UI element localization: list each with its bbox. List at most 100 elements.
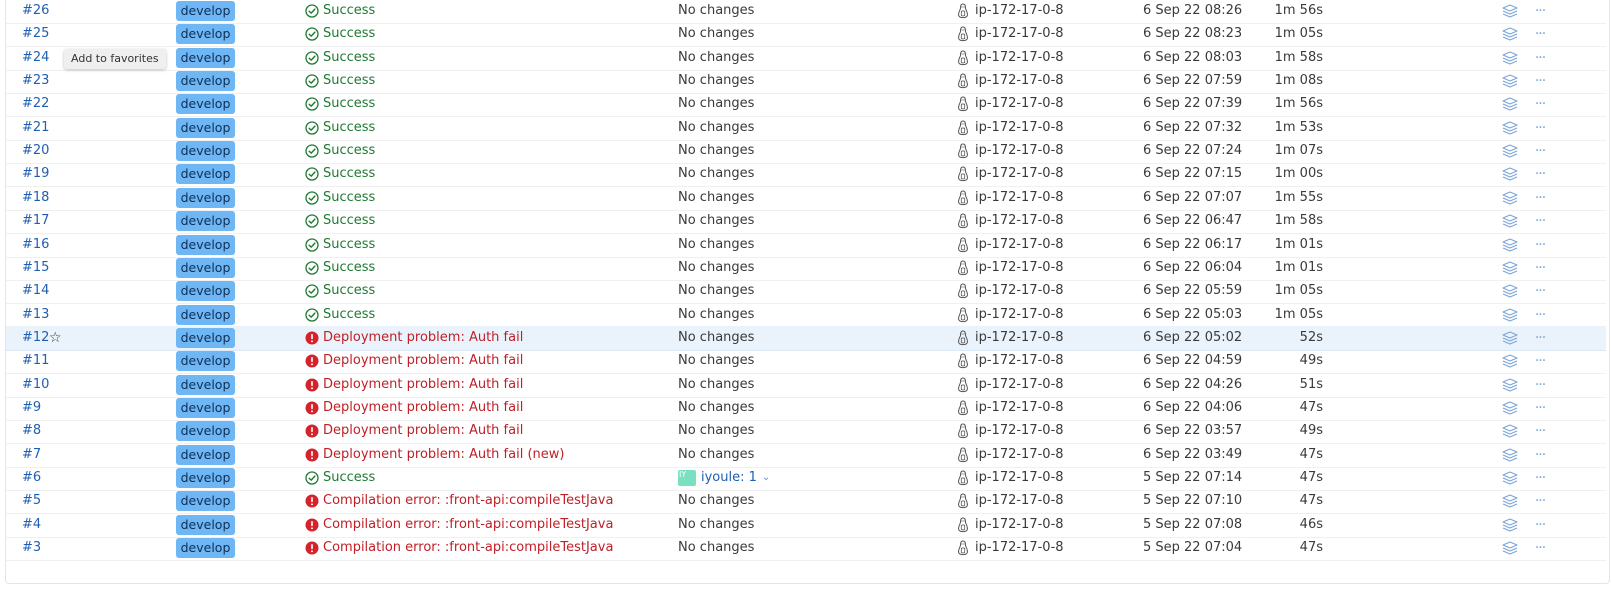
more-horizontal-icon[interactable]: ··· <box>1530 46 1550 70</box>
build-row[interactable]: #12 ☆ develop Deployment problem: Auth fail… <box>6 325 1606 351</box>
branch-badge[interactable]: develop <box>176 374 235 395</box>
layers-icon[interactable] <box>1502 0 1518 23</box>
build-number-link[interactable]: #16 <box>22 233 49 257</box>
build-number-link[interactable]: #6 <box>22 466 41 490</box>
build-row[interactable]: #9 develop Deployment problem: Auth fail No… <box>6 396 1606 421</box>
more-horizontal-icon[interactable]: ··· <box>1530 116 1550 140</box>
build-number-link[interactable]: #9 <box>22 396 41 420</box>
build-status[interactable]: Success <box>305 139 375 163</box>
more-horizontal-icon[interactable]: ··· <box>1530 396 1550 420</box>
build-row[interactable]: #25 develop Success No changes ip-172-17-0-8… <box>6 22 1606 48</box>
agent-link[interactable]: ip-172-17-0-8 <box>956 186 1064 210</box>
build-row[interactable]: #24 develop Success No changes ip-172-17-0-8… <box>6 46 1606 71</box>
branch-badge[interactable]: develop <box>176 327 235 348</box>
build-number-link[interactable]: #17 <box>22 209 49 233</box>
build-row[interactable]: #8 develop Deployment problem: Auth fail No… <box>6 419 1606 445</box>
build-status[interactable]: Success <box>305 116 375 140</box>
layers-icon[interactable] <box>1502 396 1518 420</box>
branch-badge[interactable]: develop <box>176 47 235 68</box>
more-horizontal-icon[interactable]: ··· <box>1530 373 1550 397</box>
build-number-link[interactable]: #22 <box>22 92 49 116</box>
build-status[interactable]: Success <box>305 0 375 23</box>
more-horizontal-icon[interactable]: ··· <box>1530 69 1550 93</box>
layers-icon[interactable] <box>1502 186 1518 210</box>
build-number-link[interactable]: #24 <box>22 46 49 70</box>
build-row[interactable]: #15 develop Success No changes ip-172-17-0-8… <box>6 256 1606 281</box>
build-row[interactable]: #19 develop Success No changes ip-172-17-0-8… <box>6 162 1606 188</box>
build-number-link[interactable]: #18 <box>22 186 49 210</box>
layers-icon[interactable] <box>1502 139 1518 163</box>
branch-badge[interactable]: develop <box>176 117 235 138</box>
build-row[interactable]: #17 develop Success No changes ip-172-17-0-8… <box>6 209 1606 235</box>
layers-icon[interactable] <box>1502 92 1518 116</box>
build-row[interactable]: #11 develop Deployment problem: Auth fail N… <box>6 349 1606 375</box>
more-horizontal-icon[interactable]: ··· <box>1530 489 1550 513</box>
agent-link[interactable]: ip-172-17-0-8 <box>956 536 1064 560</box>
build-status[interactable]: Deployment problem: Auth fail <box>305 396 523 420</box>
build-number-link[interactable]: #7 <box>22 443 41 467</box>
more-horizontal-icon[interactable]: ··· <box>1530 162 1550 186</box>
chevron-down-icon[interactable]: ⌄ <box>762 466 770 490</box>
more-horizontal-icon[interactable]: ··· <box>1530 513 1550 537</box>
layers-icon[interactable] <box>1502 443 1518 467</box>
changes-cell[interactable]: IY iyoule: 1 ⌄ <box>678 466 770 490</box>
build-status[interactable]: Success <box>305 22 375 46</box>
layers-icon[interactable] <box>1502 116 1518 140</box>
branch-badge[interactable]: develop <box>176 491 235 512</box>
build-status[interactable]: Deployment problem: Auth fail <box>305 326 523 350</box>
build-row[interactable]: #14 develop Success No changes ip-172-17-0-8… <box>6 279 1606 305</box>
build-status[interactable]: Deployment problem: Auth fail (new) <box>305 443 564 467</box>
agent-link[interactable]: ip-172-17-0-8 <box>956 69 1064 93</box>
branch-badge[interactable]: develop <box>176 24 235 45</box>
agent-link[interactable]: ip-172-17-0-8 <box>956 139 1064 163</box>
more-horizontal-icon[interactable]: ··· <box>1530 443 1550 467</box>
star-outline-icon[interactable]: ☆ <box>49 326 62 350</box>
layers-icon[interactable] <box>1502 419 1518 443</box>
build-row[interactable]: #10 develop Deployment problem: Auth fail N… <box>6 373 1606 398</box>
agent-link[interactable]: ip-172-17-0-8 <box>956 116 1064 140</box>
build-number-link[interactable]: #19 <box>22 162 49 186</box>
branch-badge[interactable]: develop <box>176 421 235 442</box>
more-horizontal-icon[interactable]: ··· <box>1530 466 1550 490</box>
build-row[interactable]: #13 develop Success No changes ip-172-17-0-8… <box>6 303 1606 328</box>
build-number-link[interactable]: #5 <box>22 489 41 513</box>
branch-badge[interactable]: develop <box>176 1 235 21</box>
build-row[interactable]: #26 develop Success No changes ip-172-17-0-8… <box>6 0 1606 24</box>
agent-link[interactable]: ip-172-17-0-8 <box>956 349 1064 373</box>
more-horizontal-icon[interactable]: ··· <box>1530 0 1550 23</box>
agent-link[interactable]: ip-172-17-0-8 <box>956 162 1064 186</box>
agent-link[interactable]: ip-172-17-0-8 <box>956 443 1064 467</box>
layers-icon[interactable] <box>1502 536 1518 560</box>
build-status[interactable]: Success <box>305 233 375 257</box>
build-number-link[interactable]: #13 <box>22 303 49 327</box>
build-number-link[interactable]: #26 <box>22 0 49 23</box>
branch-badge[interactable]: develop <box>176 71 235 92</box>
layers-icon[interactable] <box>1502 303 1518 327</box>
more-horizontal-icon[interactable]: ··· <box>1530 22 1550 46</box>
build-number-link[interactable]: #10 <box>22 373 49 397</box>
build-row[interactable]: #21 develop Success No changes ip-172-17-0-8… <box>6 116 1606 141</box>
build-number-link[interactable]: #23 <box>22 69 49 93</box>
layers-icon[interactable] <box>1502 256 1518 280</box>
agent-link[interactable]: ip-172-17-0-8 <box>956 233 1064 257</box>
more-horizontal-icon[interactable]: ··· <box>1530 419 1550 443</box>
layers-icon[interactable] <box>1502 513 1518 537</box>
branch-badge[interactable]: develop <box>176 211 235 232</box>
agent-link[interactable]: ip-172-17-0-8 <box>956 489 1064 513</box>
build-row[interactable]: #20 develop Success No changes ip-172-17-0-8… <box>6 139 1606 165</box>
agent-link[interactable]: ip-172-17-0-8 <box>956 419 1064 443</box>
agent-link[interactable]: ip-172-17-0-8 <box>956 326 1064 350</box>
more-horizontal-icon[interactable]: ··· <box>1530 233 1550 257</box>
layers-icon[interactable] <box>1502 326 1518 350</box>
layers-icon[interactable] <box>1502 373 1518 397</box>
build-number-link[interactable]: #11 <box>22 349 49 373</box>
more-horizontal-icon[interactable]: ··· <box>1530 536 1550 560</box>
more-horizontal-icon[interactable]: ··· <box>1530 139 1550 163</box>
build-status[interactable]: Success <box>305 69 375 93</box>
branch-badge[interactable]: develop <box>176 141 235 162</box>
layers-icon[interactable] <box>1502 69 1518 93</box>
build-number-link[interactable]: #8 <box>22 419 41 443</box>
more-horizontal-icon[interactable]: ··· <box>1530 279 1550 303</box>
build-number-link[interactable]: #20 <box>22 139 49 163</box>
build-status[interactable]: Success <box>305 279 375 303</box>
